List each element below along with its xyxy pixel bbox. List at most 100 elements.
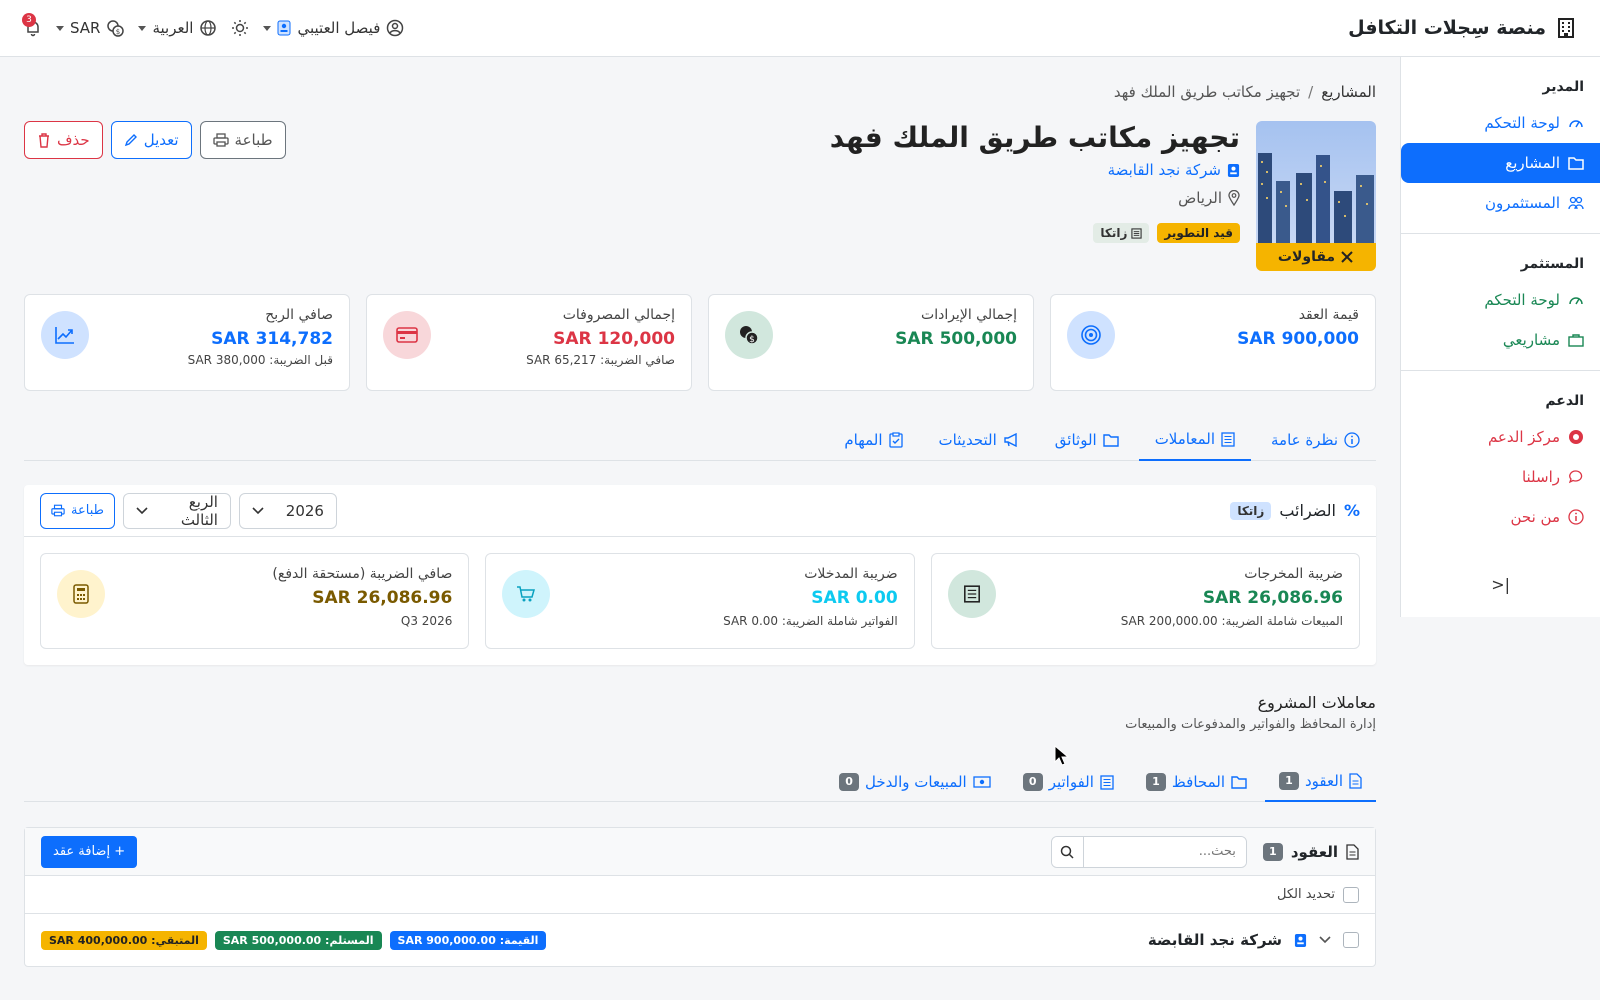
folder-icon — [1102, 433, 1119, 447]
stat-total-expenses: إجمالي المصروفات 120,000 SAR صافي الضريب… — [366, 294, 692, 391]
subtab-portfolios[interactable]: المحافظ 1 — [1132, 762, 1261, 802]
sidebar-section-admin: المدير لوحة التحكم المشاريع المستثمرون — [1401, 57, 1600, 234]
tab-transactions[interactable]: المعاملات — [1138, 419, 1252, 461]
search-icon — [1060, 845, 1074, 859]
project-company: شركة نجد القابضة — [1107, 161, 1221, 179]
sidebar-item-projects[interactable]: المشاريع — [1401, 143, 1600, 183]
quarter-select[interactable]: الربع الثالث — [122, 492, 231, 529]
sidebar-item-admin-dashboard[interactable]: لوحة التحكم — [1401, 103, 1600, 143]
user-name: فيصل العتيبي — [297, 19, 381, 37]
year-select[interactable]: 2026 — [238, 492, 337, 529]
user-menu[interactable]: فيصل العتيبي — [263, 19, 404, 37]
row-checkbox[interactable] — [1343, 932, 1359, 948]
chevron-down-icon — [263, 25, 272, 31]
subtab-label: المبيعات والدخل — [865, 773, 967, 791]
breadcrumb-separator: / — [1308, 83, 1314, 101]
currency-dropdown[interactable]: SAR $ — [56, 19, 125, 37]
category-ribbon: مقاولات — [1256, 243, 1376, 271]
printer-icon — [212, 133, 229, 147]
contracts-panel: العقود 1 + إضافة عقد تحديد الكل — [24, 827, 1376, 967]
tax-card-label: ضريبة المدخلات — [804, 566, 898, 582]
tab-tasks[interactable]: المهام — [828, 419, 918, 461]
notifications-button[interactable]: 3 — [22, 13, 42, 37]
delete-button[interactable]: حذف — [24, 121, 103, 159]
sidebar-item-my-projects[interactable]: مشاريعي — [1401, 320, 1600, 360]
trash-icon — [37, 132, 51, 148]
info-icon — [1568, 509, 1584, 525]
search-input[interactable] — [1083, 836, 1246, 867]
sidebar-item-about[interactable]: من نحن — [1401, 497, 1600, 537]
sidebar-item-support-center[interactable]: مركز الدعم — [1401, 417, 1600, 457]
language-label: العربية — [152, 19, 194, 37]
sidebar-item-contact[interactable]: راسلنا — [1401, 457, 1600, 497]
transactions-subtabs: العقود 1 المحافظ 1 الفواتير 0 المبيعات و… — [24, 762, 1376, 802]
tax-card-label: صافي الضريبة (مستحقة الدفع) — [272, 566, 453, 582]
tab-documents[interactable]: الوثائق — [1039, 419, 1135, 461]
select-all-checkbox[interactable] — [1343, 886, 1359, 903]
chevron-down-icon — [252, 506, 264, 515]
breadcrumb-root[interactable]: المشاريع — [1321, 83, 1376, 101]
tax-title-group: % الضرائب زاتكا — [1230, 501, 1360, 520]
tax-cards: ضريبة المخرجات 26,086.96 SAR المبيعات شا… — [24, 537, 1376, 665]
tax-card-input: ضريبة المدخلات 0.00 SAR الفواتير شاملة ا… — [485, 553, 915, 649]
project-company-link[interactable]: شركة نجد القابضة — [1108, 161, 1240, 179]
brand[interactable]: منصة سِجلات التكافل — [1348, 17, 1576, 39]
receipt-icon — [1100, 774, 1114, 790]
language-dropdown[interactable]: العربية — [138, 19, 217, 37]
tax-card-net: صافي الضريبة (مستحقة الدفع) 26,086.96 SA… — [40, 553, 470, 649]
breadcrumb: المشاريع / تجهيز مكاتب طريق الملك فهد — [1114, 83, 1376, 101]
stat-sub: صافي الضريبة: 65,217 SAR — [526, 353, 675, 367]
table-row[interactable]: شركة نجد القابضة القيمة: 900,000.00 SAR … — [25, 914, 1375, 966]
tab-updates[interactable]: التحديثات — [923, 419, 1035, 461]
subtab-contracts[interactable]: العقود 1 — [1265, 762, 1376, 802]
currency-label: SAR — [70, 19, 101, 37]
stat-sub: قبل الضريبة: 380,000 SAR — [187, 353, 333, 367]
theme-toggle[interactable] — [231, 19, 249, 37]
skyline-illustration — [1258, 153, 1374, 243]
tab-overview[interactable]: نظرة عامة — [1255, 419, 1376, 461]
chevron-down-icon — [136, 506, 148, 515]
status-badge: قيد التطوير — [1157, 223, 1240, 243]
svg-text:$: $ — [749, 335, 755, 345]
chevron-down-icon — [138, 25, 147, 31]
user-badge-icon — [1227, 163, 1240, 178]
sidebar-item-investors[interactable]: المستثمرون — [1401, 183, 1600, 223]
sidebar-collapse-button[interactable]: |< — [1491, 575, 1510, 594]
tab-label: نظرة عامة — [1271, 431, 1338, 449]
top-tools: 3 SAR $ العربية فيصل العتيبي — [22, 13, 404, 37]
cash-icon — [973, 776, 991, 788]
subtab-sales[interactable]: المبيعات والدخل 0 — [825, 762, 1005, 802]
chevron-down-icon — [56, 25, 64, 31]
contracts-search — [1050, 835, 1247, 868]
sidebar-heading: المستثمر — [1520, 256, 1584, 272]
expand-chevron-icon[interactable] — [1319, 936, 1331, 944]
tab-label: التحديثات — [938, 431, 997, 449]
receipt-icon — [1131, 227, 1143, 239]
sidebar-item-investor-dashboard[interactable]: لوحة التحكم — [1401, 280, 1600, 320]
contracts-panel-header: العقود 1 + إضافة عقد — [25, 828, 1375, 876]
info-icon — [1344, 432, 1360, 448]
zakat-badge: زاتكا — [1093, 223, 1150, 243]
people-icon — [1568, 196, 1584, 210]
edit-button[interactable]: تعديل — [110, 121, 192, 159]
brand-name: منصة سِجلات التكافل — [1348, 17, 1546, 39]
subtab-label: الفواتير — [1048, 773, 1094, 791]
add-contract-button[interactable]: + إضافة عقد — [41, 835, 138, 868]
gauge-icon — [1568, 115, 1584, 131]
location-pin-icon — [1228, 190, 1240, 206]
folder-icon — [1231, 775, 1247, 789]
row-main: شركة نجد القابضة — [1148, 931, 1359, 949]
search-button[interactable] — [1051, 836, 1084, 867]
sidebar-section-investor: المستثمر لوحة التحكم مشاريعي — [1401, 234, 1600, 371]
target-icon — [1067, 311, 1115, 359]
zakat-badge-label: زاتكا — [1100, 226, 1128, 240]
contracts-count: 1 — [1262, 842, 1283, 861]
subtab-invoices[interactable]: الفواتير 0 — [1009, 762, 1128, 802]
tax-card-sub: Q3 2026 — [400, 614, 453, 628]
print-button[interactable]: طباعة — [199, 121, 286, 159]
row-name: شركة نجد القابضة — [1147, 931, 1282, 949]
tax-title: الضرائب — [1279, 501, 1336, 520]
tax-card-label: ضريبة المخرجات — [1244, 566, 1343, 582]
tax-card-value: 0.00 SAR — [811, 588, 898, 608]
tax-print-button[interactable]: طباعة — [40, 492, 115, 529]
